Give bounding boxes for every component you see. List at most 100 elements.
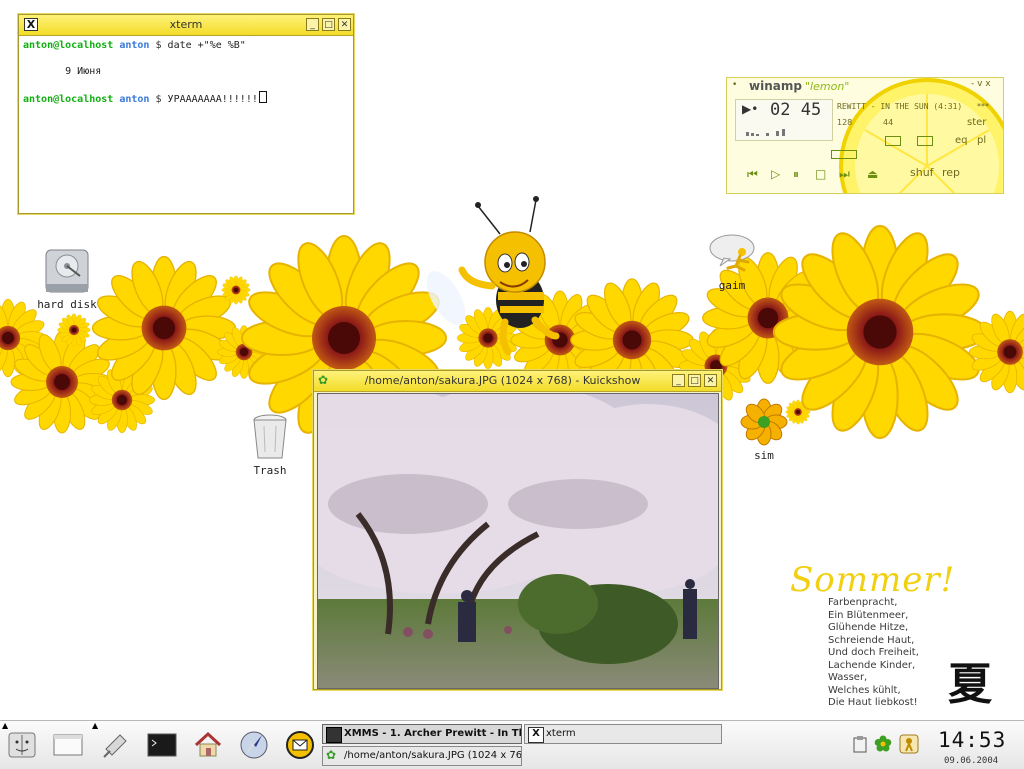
xterm-titlebar[interactable]: X xterm _ □ ✕ [19,15,353,36]
play-indicator-icon: ▶• [742,102,759,116]
text-cursor [258,91,267,103]
prompt-dir: anton [119,94,150,105]
task-xterm[interactable]: X xterm [524,724,722,744]
icq-tray-icon[interactable] [874,735,892,753]
kuickshow-window[interactable]: ✿ /home/anton/sakura.JPG (1024 x 768) - … [313,370,722,690]
sakura-photo [317,393,719,689]
xmms-player[interactable]: • winamp "lemon" - v x ▶• 02 45 REWITT -… [726,77,1004,194]
command-output: 9 Июня [59,66,102,77]
khz-display: 44 [883,118,894,127]
poem-title: Sommer! [790,560,956,600]
kuickshow-app-icon[interactable]: ✿ [318,373,328,387]
clipboard-icon[interactable] [852,735,868,753]
kuickshow-titlebar[interactable]: ✿ /home/anton/sakura.JPG (1024 x 768) - … [314,371,721,392]
xmms-task-icon [326,727,342,743]
sunflower [11,331,113,433]
maximize-button[interactable]: □ [322,18,335,31]
spectrum-visualizer [746,129,785,136]
time-display: 02 45 [770,100,822,120]
show-desktop-icon[interactable] [52,729,84,761]
minimize-button[interactable]: _ [672,374,685,387]
close-button[interactable]: ✕ [704,374,717,387]
kde-panel: ▲ ▲ XMMS - 1. Archer Prewitt - In Th X x… [0,720,1024,769]
stop-button[interactable]: □ [815,167,826,181]
satellite-icon[interactable] [100,729,132,761]
desktop-icon-label: sim [754,449,774,462]
poem-line: Ein Blütenmeer, [828,609,909,621]
desktop-icon-trash[interactable]: Trash [240,462,300,477]
clock-date: 09.06.2004 [944,756,999,766]
xterm-window[interactable]: X xterm _ □ ✕ anton@localhost anton $ da… [18,14,354,214]
prompt-symbol: $ [155,40,162,51]
task-xmms[interactable]: XMMS - 1. Archer Prewitt - In Th [322,724,522,744]
desktop-icon-label: Trash [253,464,287,477]
eq-toggle[interactable]: eq [955,135,968,146]
eject-button[interactable]: ⏏ [867,167,878,181]
player-skin-name: "lemon" [805,80,850,93]
sunflower [58,314,91,347]
poem-line: Und doch Freiheit, [828,647,919,658]
play-button[interactable]: ▷ [771,167,780,181]
seek-slider[interactable] [831,150,857,159]
task-label: xterm [546,728,576,739]
mail-client-icon[interactable] [284,729,316,761]
next-track-button[interactable]: ⏭ [839,167,850,182]
poem-line: Wasser, [828,672,868,683]
volume-slider[interactable] [885,136,901,146]
trash-icon [253,414,287,459]
clock-time[interactable]: 14:53 [938,728,1006,752]
panel-scroll-arrow[interactable]: ▲ [92,721,98,730]
sim-icon [740,398,788,446]
player-title: winamp [749,79,802,93]
maximize-button[interactable]: □ [688,374,701,387]
desktop-icon-gaim[interactable]: gaim [708,277,756,292]
window-title: /home/anton/sakura.JPG (1024 x 768) - Ku… [364,374,641,387]
prompt-user: anton@localhost [23,40,114,51]
terminal-line: anton@localhost anton $ УРААААААА!!!!!! [23,91,349,106]
close-button[interactable]: ✕ [338,18,351,31]
terminal-icon[interactable] [146,729,178,761]
task-kuickshow[interactable]: ✿ /home/anton/sakura.JPG (1024 x 76 [322,746,522,766]
balance-slider[interactable] [917,136,933,146]
previous-track-button[interactable]: ⏮ [747,167,758,182]
desktop-icon-label: gaim [718,279,746,292]
terminal-line: 9 Июня [23,52,349,91]
track-marquee-tail: *** [977,102,989,111]
window-title: xterm [169,18,203,31]
terminal-line: anton@localhost anton $ date +"%e %B" [23,39,349,52]
gaim-tray-icon[interactable] [898,733,920,755]
prompt-dir: anton [119,40,150,51]
desktop-icon-sim[interactable]: sim [744,447,784,462]
player-menu-dot[interactable]: • [732,80,737,90]
task-label: /home/anton/sakura.JPG (1024 x 76 [344,750,522,761]
poem-line: Schreiende Haut, [828,634,915,646]
task-label: XMMS - 1. Archer Prewitt - In Th [344,728,522,739]
player-window-controls[interactable]: - v x [971,79,991,89]
poem-line: Welches kühlt, [828,684,901,696]
sunflower [222,276,251,305]
kuickshow-task-icon: ✿ [326,748,337,762]
desktop-icon-label: hard disk [37,298,97,311]
minimize-button[interactable]: _ [306,18,319,31]
command-text: date +"%e %B" [167,40,246,51]
terminal-output[interactable]: anton@localhost anton $ date +"%e %B" 9 … [19,36,353,213]
track-marquee: REWITT - IN THE SUN (4:31) [837,102,963,111]
command-text: УРААААААА!!!!!! [167,94,258,105]
bitrate-display: 128 [837,118,853,127]
finder-menu-icon[interactable] [6,729,38,761]
desktop-icon-hard-disk[interactable]: hard disk [30,296,104,311]
poem-line: Die Haut liebkost! [828,697,918,708]
repeat-toggle[interactable]: rep [942,166,960,179]
konqueror-icon[interactable] [238,729,270,761]
prompt-user: anton@localhost [23,94,114,105]
home-folder-icon[interactable] [192,729,224,761]
kanji-summer: 夏 [948,659,992,710]
player-display: ▶• 02 45 [735,99,833,141]
hard-disk-icon [45,249,89,293]
x-logo-icon: X [528,727,544,743]
poem-line: Farbenpracht, [828,597,898,608]
shuffle-toggle[interactable]: shuf [910,166,934,179]
sunflower [774,226,986,438]
playlist-toggle[interactable]: pl [977,135,986,146]
pause-button[interactable]: ⏸ [793,167,799,182]
